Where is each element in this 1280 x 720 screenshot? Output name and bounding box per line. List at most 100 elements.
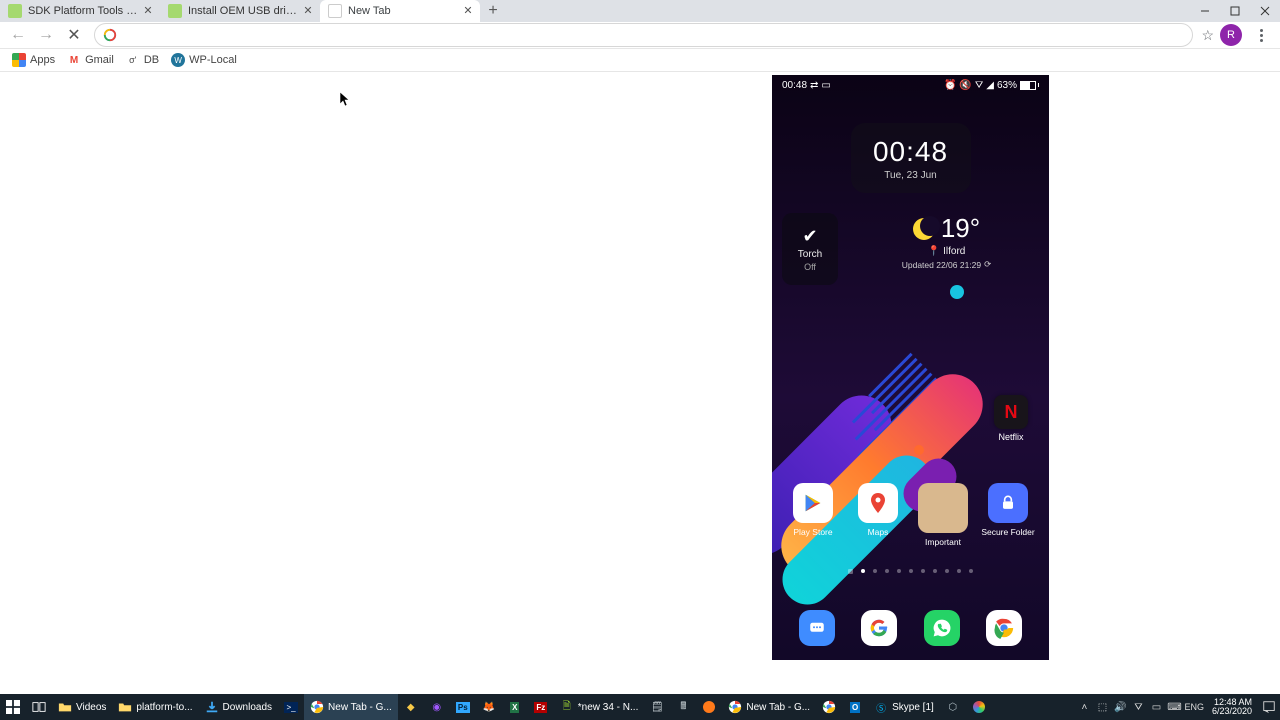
- tray-volume-icon[interactable]: 🔊: [1112, 699, 1128, 715]
- page-dot[interactable]: [909, 569, 913, 573]
- tray-network-icon[interactable]: ⛛: [1130, 699, 1146, 715]
- taskbar-item-resolve[interactable]: [966, 694, 992, 720]
- page-dot[interactable]: [885, 569, 889, 573]
- taskbar-label: Videos: [76, 702, 106, 713]
- close-tab-icon[interactable]: ✕: [462, 4, 474, 16]
- taskbar-item-figma[interactable]: ◉: [424, 694, 450, 720]
- taskbar-item-chrome[interactable]: New Tab - G...: [722, 694, 816, 720]
- taskbar-item-cube[interactable]: ⬡: [940, 694, 966, 720]
- signal-icon: ◢: [986, 80, 994, 91]
- weather-widget[interactable]: 19° 📍Ilford Updated 22/06 21:29⟳: [854, 213, 1039, 270]
- chrome-menu-icon[interactable]: [1252, 29, 1270, 42]
- omnibox[interactable]: [94, 23, 1193, 47]
- dock-chrome[interactable]: [986, 610, 1022, 646]
- profile-avatar[interactable]: R: [1220, 24, 1242, 46]
- taskbar-item-note[interactable]: 🗒: [644, 694, 670, 720]
- tray-lang[interactable]: ENG: [1184, 699, 1204, 715]
- app-label: Play Store: [793, 527, 832, 537]
- taskbar-item-outlook[interactable]: O: [842, 694, 868, 720]
- page-indicator[interactable]: [772, 569, 1049, 574]
- close-tab-icon[interactable]: ✕: [302, 4, 314, 16]
- taskbar-clock[interactable]: 12:48 AM 6/23/2020: [1206, 698, 1258, 717]
- torch-state: Off: [804, 262, 816, 272]
- windows-taskbar: Videosplatform-to...Downloads>_New Tab -…: [0, 694, 1280, 720]
- page-dot[interactable]: [957, 569, 961, 573]
- location-pin-icon: 📍: [928, 246, 940, 257]
- app-label: Maps: [868, 527, 889, 537]
- new-tab-button[interactable]: +: [480, 0, 506, 22]
- minimize-button[interactable]: [1190, 0, 1220, 22]
- taskbar-item-chrome[interactable]: [816, 694, 842, 720]
- android-icon: [168, 4, 182, 18]
- gmail-icon: M: [67, 53, 81, 67]
- page-dot[interactable]: [933, 569, 937, 573]
- taskbar-item-ps[interactable]: >_: [278, 694, 304, 720]
- taskbar-item-firefox[interactable]: 🦊: [476, 694, 502, 720]
- folder-icon: [118, 700, 132, 714]
- page-dot[interactable]: [945, 569, 949, 573]
- close-window-button[interactable]: [1250, 0, 1280, 22]
- fz-icon: Fz: [534, 700, 548, 714]
- action-center-icon[interactable]: [1260, 698, 1278, 716]
- tab-sdk[interactable]: SDK Platform Tools release notes ✕: [0, 0, 160, 22]
- important-folder[interactable]: Important: [919, 483, 967, 547]
- torch-widget[interactable]: ✔ Torch Off: [782, 213, 838, 285]
- taskbar-item-orange[interactable]: [696, 694, 722, 720]
- outlook-icon: O: [848, 700, 862, 714]
- status-icon: ⇄: [810, 80, 818, 91]
- address-input[interactable]: [123, 27, 1184, 43]
- taskbar-item-skype[interactable]: ⓈSkype [1]: [868, 694, 940, 720]
- page-dot[interactable]: [897, 569, 901, 573]
- tab-usb[interactable]: Install OEM USB drivers | Android ✕: [160, 0, 320, 22]
- dock-google[interactable]: [861, 610, 897, 646]
- tray-icon[interactable]: ⬚: [1094, 699, 1110, 715]
- skype-icon: Ⓢ: [874, 700, 888, 714]
- note-icon: 🗒: [650, 700, 664, 714]
- page-dot[interactable]: [861, 569, 865, 573]
- phone-screen: 00:48 ⇄ ▭ ⏰ 🔇 ⛛ ◢ 63% 00:48 Tue, 23 Jun …: [772, 75, 1049, 660]
- battery-icon: [1020, 81, 1039, 90]
- taskbar-item-diamond[interactable]: ◆: [398, 694, 424, 720]
- maps-app[interactable]: Maps: [854, 483, 902, 547]
- taskbar-item-calc[interactable]: 🖩: [670, 694, 696, 720]
- taskbar-item-excel[interactable]: X: [502, 694, 528, 720]
- play-store-app[interactable]: Play Store: [789, 483, 837, 547]
- apps-shortcut[interactable]: Apps: [6, 53, 61, 67]
- taskbar-item-folder[interactable]: platform-to...: [112, 694, 198, 720]
- back-button[interactable]: ←: [6, 23, 30, 47]
- page-dot[interactable]: [969, 569, 973, 573]
- page-dot[interactable]: [921, 569, 925, 573]
- maximize-button[interactable]: [1220, 0, 1250, 22]
- taskbar-item-win[interactable]: [0, 694, 26, 720]
- taskbar-item-chrome[interactable]: New Tab - G...: [304, 694, 398, 720]
- db-bookmark[interactable]: σ'DB: [120, 53, 165, 67]
- calc-icon: 🖩: [676, 700, 690, 714]
- dock-messages[interactable]: [799, 610, 835, 646]
- tray-battery-icon[interactable]: ▭: [1148, 699, 1164, 715]
- tab-newtab[interactable]: New Tab ✕: [320, 0, 480, 22]
- page-dot[interactable]: [848, 569, 853, 574]
- forward-button[interactable]: →: [34, 23, 58, 47]
- taskbar-item-folder[interactable]: Videos: [52, 694, 112, 720]
- dock-whatsapp[interactable]: [924, 610, 960, 646]
- folder-icon: [58, 700, 72, 714]
- bookmark-star-icon[interactable]: ☆: [1201, 27, 1214, 44]
- stop-reload-button[interactable]: ✕: [62, 23, 86, 47]
- page-dot[interactable]: [873, 569, 877, 573]
- taskbar-item-ps2[interactable]: Ps: [450, 694, 476, 720]
- tray-chevron-up-icon[interactable]: ˄: [1076, 699, 1092, 715]
- netflix-app[interactable]: N Netflix: [987, 395, 1035, 442]
- secure-folder-app[interactable]: Secure Folder: [984, 483, 1032, 547]
- home-app-row: Play Store Maps Important Secure Folder: [772, 483, 1049, 547]
- folder-icon: [918, 483, 968, 533]
- taskbar-item-dl[interactable]: Downloads: [199, 694, 278, 720]
- wp-bookmark[interactable]: WWP-Local: [165, 53, 243, 67]
- taskbar-item-fz[interactable]: Fz: [528, 694, 554, 720]
- close-tab-icon[interactable]: ✕: [142, 4, 154, 16]
- gmail-bookmark[interactable]: MGmail: [61, 53, 120, 67]
- clock-widget[interactable]: 00:48 Tue, 23 Jun: [851, 123, 971, 193]
- taskbar-item-taskview[interactable]: [26, 694, 52, 720]
- tray-keyboard-icon[interactable]: ⌨: [1166, 699, 1182, 715]
- google-search-icon: [103, 28, 117, 42]
- taskbar-item-npp[interactable]: 🗎*new 34 - N...: [554, 694, 645, 720]
